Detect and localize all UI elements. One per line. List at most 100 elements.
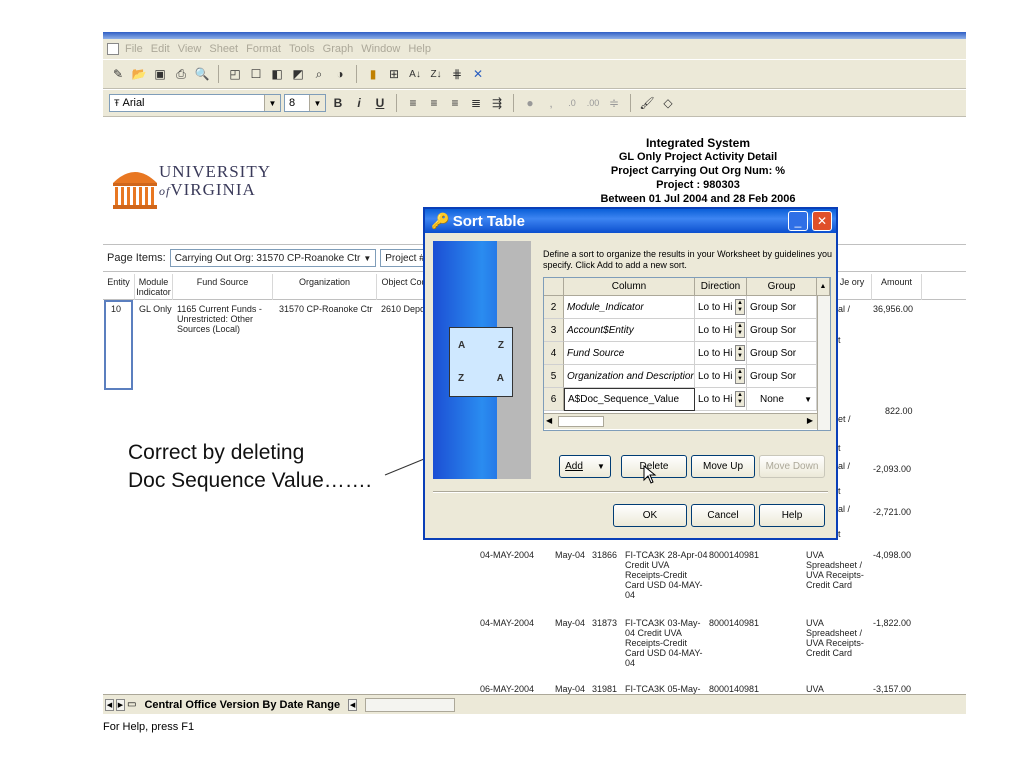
currency-icon[interactable]: ●	[521, 94, 539, 112]
sort-descending-icon[interactable]: Z↓	[427, 65, 445, 83]
cell-src[interactable]: UVA Spreadsheet / UVA Receipts-Credit Ca…	[806, 618, 872, 658]
cell-fund[interactable]: 1165 Current Funds - Unrestricted: Other…	[177, 304, 271, 334]
amount-cell[interactable]: -4,098.00	[873, 550, 911, 560]
menu-graph[interactable]: Graph	[319, 43, 358, 55]
vertical-scrollbar[interactable]	[817, 296, 830, 430]
cell-ref[interactable]: 8000140981	[709, 618, 759, 628]
amount-cell[interactable]: -3,157.00	[873, 684, 911, 694]
col-header-entity[interactable]: Entity	[103, 274, 135, 300]
new-sheet-icon[interactable]: ☐	[247, 65, 265, 83]
direction-spinner[interactable]: ▲ ▼	[735, 299, 745, 315]
menu-sheet[interactable]: Sheet	[205, 43, 242, 55]
comma-icon[interactable]: ,	[542, 94, 560, 112]
cell-num[interactable]: 31873	[592, 618, 617, 628]
help-button[interactable]: Help	[759, 504, 825, 527]
sort-row-number[interactable]: 2	[544, 296, 564, 319]
chevron-down-icon[interactable]: ▼	[309, 95, 325, 111]
save-icon[interactable]: ▣	[151, 65, 169, 83]
query-icon[interactable]: ◰	[226, 65, 244, 83]
cell-ref[interactable]: 8000140981	[709, 550, 759, 560]
amount-cell[interactable]: -2,093.00	[873, 464, 911, 474]
next-sheet-icon[interactable]: ▶	[116, 698, 125, 711]
add-button[interactable]: Add ▼	[559, 455, 611, 478]
chevron-down-icon[interactable]: ▼	[264, 95, 280, 111]
scroll-right-icon[interactable]: ▶	[807, 416, 813, 425]
tab-central-office[interactable]: Central Office Version By Date Range	[138, 697, 346, 713]
sort-row-number[interactable]: 4	[544, 342, 564, 365]
cell-ref[interactable]: 8000140981	[709, 684, 759, 694]
direction-spinner[interactable]: ▲ ▼	[735, 322, 745, 338]
cell-period[interactable]: May-04	[555, 684, 585, 694]
graph-icon[interactable]: ▮	[364, 65, 382, 83]
increase-decimal-icon[interactable]: .0	[563, 94, 581, 112]
minimize-icon[interactable]: _	[788, 211, 808, 231]
cell-src[interactable]: UVA Spreadsheet / UVA Receipts-Credit Ca…	[806, 550, 872, 590]
open-folder-icon[interactable]: 📂	[130, 65, 148, 83]
format-painter-icon[interactable]: 🖌	[638, 94, 656, 112]
menu-edit[interactable]: Edit	[147, 43, 174, 55]
amount-cell[interactable]: 36,956.00	[873, 304, 913, 314]
decrease-decimal-icon[interactable]: .00	[584, 94, 602, 112]
col-header-module[interactable]: Module Indicator	[135, 274, 173, 300]
menu-help[interactable]: Help	[404, 43, 435, 55]
scroll-left-icon[interactable]: ◀	[348, 698, 358, 711]
menu-format[interactable]: Format	[242, 43, 285, 55]
scroll-left-icon[interactable]: ◀	[546, 416, 552, 425]
horizontal-scrollbar[interactable]: ◀ ▶	[544, 413, 817, 429]
new-workbook-icon[interactable]: ✎	[109, 65, 127, 83]
menu-file[interactable]: File	[121, 43, 147, 55]
cell-org[interactable]: 31570 CP-Roanoke Ctr	[279, 304, 373, 314]
cell-desc[interactable]: FI-TCA3K 03-May-04 Credit UVA Receipts-C…	[625, 618, 709, 668]
cell-date[interactable]: 04-MAY-2004	[480, 550, 534, 560]
cell-module[interactable]: GL Only	[139, 304, 172, 314]
sort-row-column[interactable]: Account$Entity	[564, 319, 695, 342]
percent-icon[interactable]: ≑	[605, 94, 623, 112]
wrap-icon[interactable]: ⇶	[488, 94, 506, 112]
table-icon[interactable]: ◧	[268, 65, 286, 83]
drill-icon[interactable]: ✕	[469, 65, 487, 83]
sort-row-group[interactable]: Group Sor	[747, 319, 817, 342]
sort-row-column[interactable]: Fund Source	[564, 342, 695, 365]
align-left-icon[interactable]: ≡	[404, 94, 422, 112]
sort-row-column[interactable]: Organization and Description	[564, 365, 695, 388]
menu-window[interactable]: Window	[357, 43, 404, 55]
move-up-button[interactable]: Move Up	[691, 455, 755, 478]
font-name-select[interactable]: Ŧ Arial ▼	[109, 94, 281, 112]
cell-src[interactable]: UVA	[806, 684, 872, 694]
sort-row-group[interactable]: Group Sor	[747, 296, 817, 319]
sort-row-column[interactable]: Module_Indicator	[564, 296, 695, 319]
cell-period[interactable]: May-04	[555, 618, 585, 628]
cell-date[interactable]: 04-MAY-2004	[480, 618, 534, 628]
cell-date[interactable]: 06-MAY-2004	[480, 684, 534, 694]
cell-num[interactable]: 31866	[592, 550, 617, 560]
cell-desc[interactable]: FI-TCA3K 28-Apr-04 Credit UVA Receipts-C…	[625, 550, 709, 600]
totals-icon[interactable]: ⊞	[385, 65, 403, 83]
sort-row-column-selected[interactable]: A$Doc_Sequence_Value	[564, 388, 695, 411]
amount-cell[interactable]: 822.00	[885, 406, 913, 416]
carrying-out-org-select[interactable]: Carrying Out Org: 31570 CP-Roanoke Ctr ▼	[169, 249, 377, 267]
print-preview-icon[interactable]: 🔍	[193, 65, 211, 83]
col-header-org[interactable]: Organization	[273, 274, 377, 300]
sort-ascending-icon[interactable]: A↓	[406, 65, 424, 83]
help-icon[interactable]: ◑	[331, 65, 349, 83]
col-header-fund[interactable]: Fund Source	[173, 274, 273, 300]
direction-spinner[interactable]: ▲ ▼	[735, 391, 745, 407]
pivot-icon[interactable]: ⋕	[448, 65, 466, 83]
align-center-icon[interactable]: ≡	[425, 94, 443, 112]
sort-row-number[interactable]: 5	[544, 365, 564, 388]
underline-button[interactable]: U	[371, 94, 389, 112]
first-sheet-icon[interactable]: ◀	[105, 698, 114, 711]
find-icon[interactable]: ⌕	[310, 65, 328, 83]
sort-row-number[interactable]: 3	[544, 319, 564, 342]
menu-view[interactable]: View	[174, 43, 206, 55]
sort-row-group[interactable]: Group Sor	[747, 365, 817, 388]
cell-entity[interactable]: 10	[111, 304, 121, 314]
print-icon[interactable]: ⎙	[172, 65, 190, 83]
sort-row-number[interactable]: 6	[544, 388, 564, 411]
move-down-button[interactable]: Move Down	[759, 455, 825, 478]
col-header-amount[interactable]: Amount	[872, 274, 922, 300]
cancel-button[interactable]: Cancel	[691, 504, 755, 527]
justify-icon[interactable]: ≣	[467, 94, 485, 112]
cell-num[interactable]: 31981	[592, 684, 617, 694]
sort-row-group[interactable]: Group Sor	[747, 342, 817, 365]
